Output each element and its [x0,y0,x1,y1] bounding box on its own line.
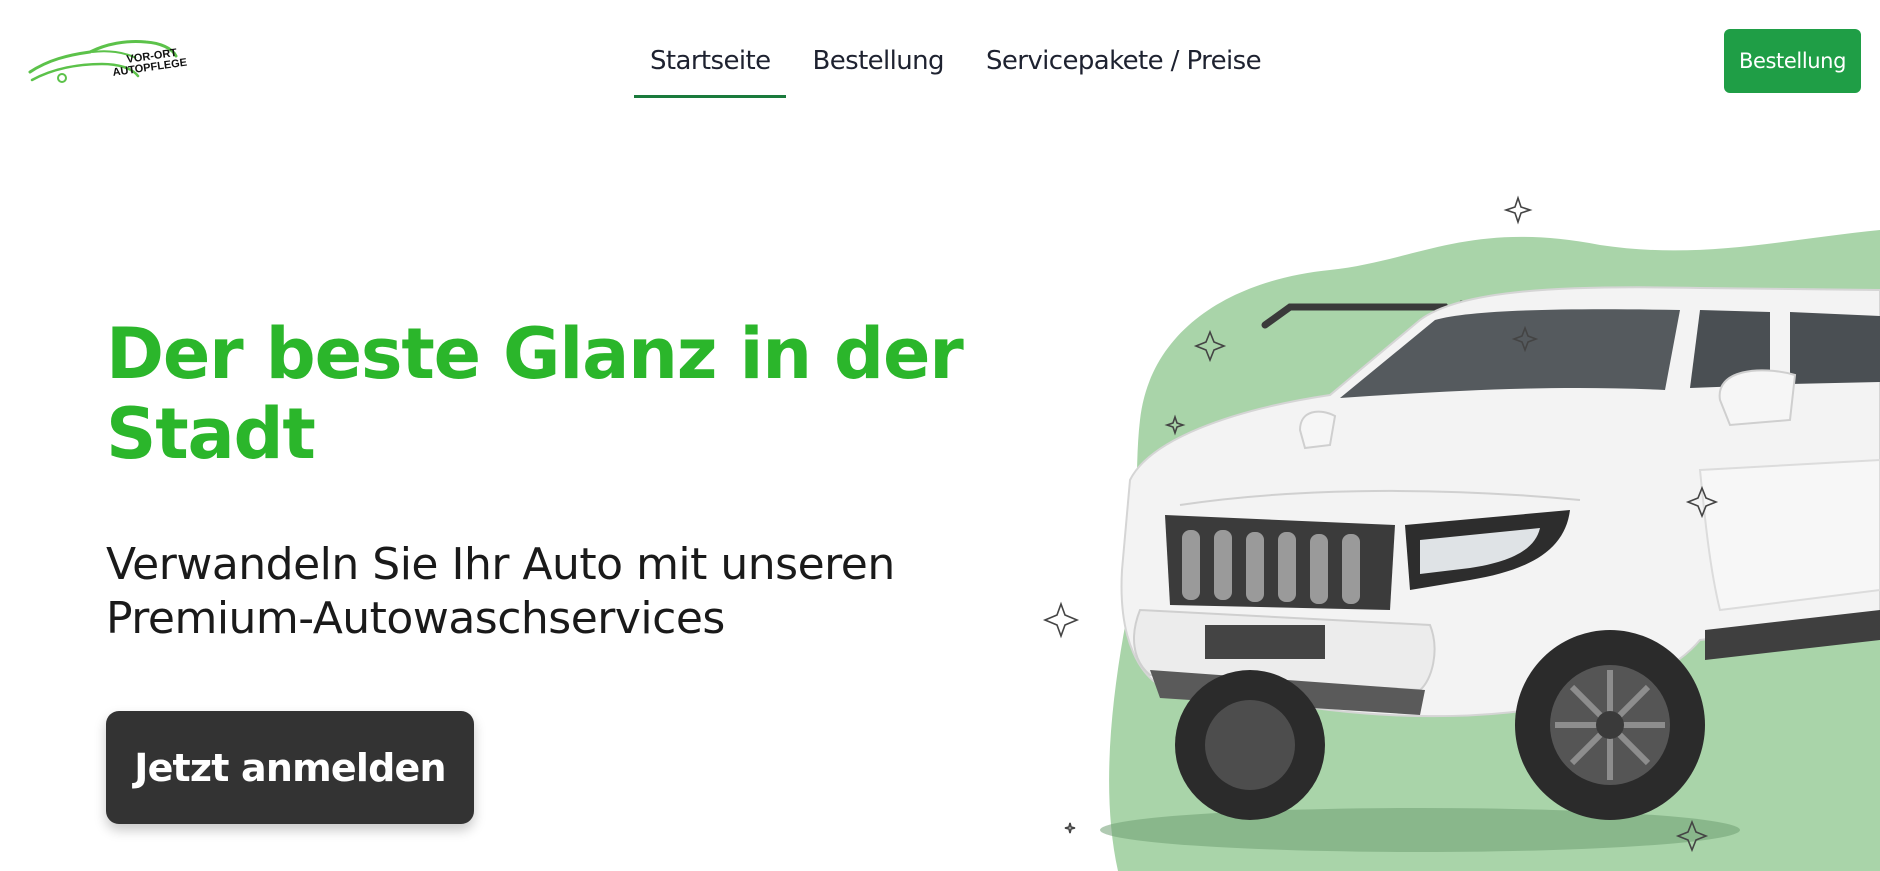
hero-subtitle: Verwandeln Sie Ihr Auto mit unseren Prem… [106,539,895,644]
brand-logo[interactable]: VOR-ORT AUTOPFLEGE [28,38,188,90]
header-order-button[interactable]: Bestellung [1724,29,1861,93]
nav-item-startseite[interactable]: Startseite [634,40,787,98]
signup-cta-button[interactable]: Jetzt anmelden [106,711,474,824]
site-header: VOR-ORT AUTOPFLEGE Startseite Bestellung… [0,0,1880,120]
nav-item-servicepakete-preise[interactable]: Servicepakete / Preise [970,40,1277,98]
hero-image [1000,170,1880,871]
nav-item-bestellung[interactable]: Bestellung [796,40,959,98]
main-nav: Startseite Bestellung Servicepakete / Pr… [634,40,1277,98]
hero-title: Der beste Glanz in der Stadt [106,313,964,475]
